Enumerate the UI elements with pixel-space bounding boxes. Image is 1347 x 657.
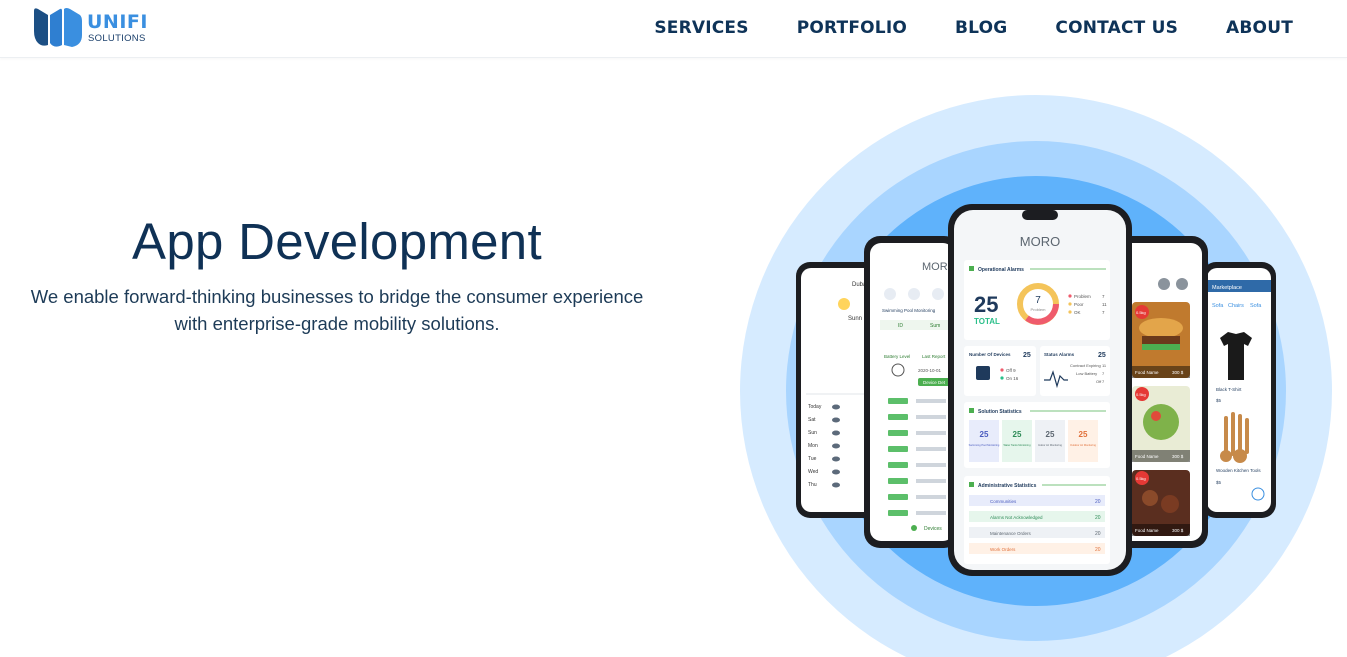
left-battery: Battery Level — [884, 354, 910, 359]
admin-row-2: Maintenance Orders — [990, 531, 1032, 536]
solution-value-3: 25 — [1079, 430, 1088, 439]
right-price-2: 300 $ — [1172, 454, 1184, 459]
devices-label: Number Of Devices — [969, 352, 1011, 357]
status-row-0: Contract Expiring — [1070, 363, 1101, 368]
sun-icon — [838, 298, 850, 310]
phone-main: MORO Operational Alarms 25 TOTAL 7 Probl… — [948, 204, 1132, 576]
main-op-alarms: Operational Alarms — [978, 267, 1024, 273]
right-badge-3: 0.5kg — [1136, 476, 1146, 481]
solution-label-0: Swimming Pool Monitoring — [969, 443, 1000, 447]
nav-contact-us[interactable]: CONTACT US — [1055, 18, 1178, 38]
admin-row-1: Alarms Not Acknowledged — [990, 515, 1043, 520]
far-right-title: Marketplace — [1212, 285, 1242, 291]
left-devices-nav-icon — [911, 525, 917, 531]
solution-label-1: Water Tanks Monitoring — [1003, 443, 1031, 447]
donut-value: 7 — [1035, 295, 1041, 306]
phone-far-right: Marketplace Sofa Chairs Sofa Black T-Shi… — [1202, 262, 1276, 518]
brand-logo[interactable]: UNIFI SOLUTIONS — [32, 5, 152, 49]
far-left-day-2: Sun — [808, 430, 817, 436]
main-total-label: TOTAL — [974, 317, 1000, 326]
left-header: Swimming Pool Monitoring — [882, 308, 936, 313]
nav-blog[interactable]: BLOG — [955, 18, 1007, 38]
legend-label-1: Poor — [1074, 302, 1084, 307]
admin-row-1-value: 20 — [1095, 515, 1101, 521]
legend-label-2: OK — [1074, 310, 1081, 315]
main-total-value: 25 — [974, 292, 998, 317]
main-app-name: MORO — [1020, 234, 1060, 249]
logo-mark-icon — [34, 8, 82, 47]
brand-subtitle: SOLUTIONS — [88, 33, 146, 44]
solution-label-3: Outdoor Air Monitoring — [1070, 443, 1097, 447]
legend-label-0: Problem — [1074, 294, 1091, 299]
far-left-day-6: Thu — [808, 482, 817, 488]
admin-label: Administrative Statistics — [978, 483, 1037, 489]
right-price-1: 300 $ — [1172, 370, 1184, 375]
right-food-2: Food Name — [1135, 454, 1159, 459]
add-fab-icon — [1251, 487, 1265, 501]
filter-icon — [1176, 278, 1188, 290]
far-left-day-4: Tue — [808, 456, 817, 462]
chip-icon — [976, 366, 990, 380]
far-right-tab-2: Sofa — [1250, 303, 1262, 309]
donut-label: Problem — [1031, 307, 1047, 312]
solution-label-2: Indoor Air Monitoring — [1038, 443, 1062, 447]
far-left-state: Sunn — [848, 316, 862, 322]
status-row-1: Low Battery — [1076, 371, 1097, 376]
status-label: Status Alarms — [1044, 352, 1075, 357]
legend-value-1: 11 — [1102, 302, 1107, 307]
solution-value-1: 25 — [1013, 430, 1022, 439]
devices-value: 25 — [1023, 352, 1031, 359]
solution-value-0: 25 — [980, 430, 989, 439]
far-right-tab-0: Sofa — [1212, 303, 1224, 309]
far-left-day-3: Mon — [808, 443, 818, 449]
main-nav: SERVICES PORTFOLIO BLOG CONTACT US ABOUT — [606, 0, 1293, 56]
left-last-report: Last Report — [922, 354, 946, 359]
admin-row-3: Work Orders — [990, 547, 1016, 552]
right-badge-2: 0.5kg — [1136, 392, 1146, 397]
hero-title: App Development — [132, 213, 542, 270]
search-icon — [1158, 278, 1170, 290]
far-right-item1: Black T-Shirt — [1216, 387, 1242, 392]
site-header: UNIFI SOLUTIONS SERVICES PORTFOLIO BLOG … — [0, 0, 1347, 58]
right-food-1: Food Name — [1135, 370, 1159, 375]
far-left-day-0: Today — [808, 404, 822, 410]
right-food-3: Food Name — [1135, 528, 1159, 533]
left-col-b: Sum — [930, 323, 940, 329]
solution-label: Solution Statistics — [978, 409, 1022, 415]
right-badge-1: 0.5kg — [1136, 310, 1146, 315]
far-right-item1-price: $5 — [1216, 398, 1222, 403]
phones-mockup-illustration: Dubai Sunn Today Sat Sun Mon Tue Wed Thu… — [740, 95, 1332, 657]
far-right-item2-price: $5 — [1216, 480, 1222, 485]
devices-on: On 16 — [1006, 376, 1019, 381]
solution-value-2: 25 — [1046, 430, 1055, 439]
admin-row-2-value: 20 — [1095, 531, 1101, 537]
far-left-day-5: Wed — [808, 469, 818, 475]
status-value: 25 — [1098, 352, 1106, 359]
hero-illustration: Dubai Sunn Today Sat Sun Mon Tue Wed Thu… — [740, 94, 1333, 657]
left-nav-label: Devices — [924, 526, 942, 532]
nav-portfolio[interactable]: PORTFOLIO — [797, 18, 907, 38]
hero-description: We enable forward-thinking businesses to… — [30, 286, 644, 334]
left-date: 2020-10-01 — [918, 368, 942, 373]
admin-row-0: Communities — [990, 499, 1017, 504]
nav-about[interactable]: ABOUT — [1226, 18, 1293, 38]
admin-row-0-value: 20 — [1095, 499, 1101, 505]
far-right-tab-1: Chairs — [1228, 303, 1244, 309]
admin-row-3-value: 20 — [1095, 547, 1101, 553]
left-device-button: Device Det — [923, 380, 946, 385]
nav-services[interactable]: SERVICES — [654, 18, 748, 38]
left-col-a: ID — [898, 323, 903, 329]
far-left-day-1: Sat — [808, 417, 816, 423]
devices-off: Off 9 — [1006, 368, 1016, 373]
brand-name: UNIFI — [87, 11, 148, 33]
phone-left: MORO Swimming Pool Monitoring ID Sum Bat… — [864, 236, 960, 548]
right-price-3: 300 $ — [1172, 528, 1184, 533]
far-right-item2: Wooden Kitchen Tools — [1216, 468, 1261, 473]
